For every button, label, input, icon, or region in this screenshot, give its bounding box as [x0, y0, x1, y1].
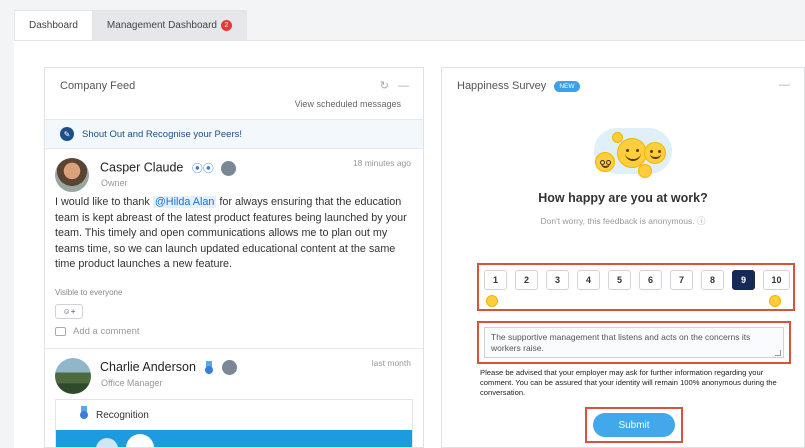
visibility-label: Visible to everyone: [55, 288, 123, 297]
post-author-name[interactable]: Casper Claude ⦿⦿: [100, 160, 237, 176]
comment-section: The supportive management that listens a…: [477, 321, 791, 364]
avatar: [126, 434, 154, 447]
rating-scale: 1 2 3 4 5 6 7 8 9 10: [477, 263, 795, 311]
avatar[interactable]: [55, 358, 91, 394]
happy-face-icon: [769, 295, 781, 307]
rating-button-3[interactable]: 3: [546, 270, 569, 290]
anonymous-note: Don't worry, this feedback is anonymous.…: [540, 216, 706, 226]
post-body: I would like to thank @Hilda Alan for al…: [55, 195, 413, 273]
survey-question: How happy are you at work?: [538, 191, 708, 205]
rating-button-6[interactable]: 6: [639, 270, 662, 290]
binoculars-icon: ⦿⦿: [191, 163, 214, 175]
post-divider: [45, 348, 423, 349]
resize-handle-icon[interactable]: [775, 350, 781, 356]
post-time: last month: [371, 358, 411, 368]
medal-icon: [204, 360, 214, 375]
sad-face-icon: [486, 295, 498, 307]
post-author-role: Office Manager: [101, 378, 163, 388]
add-reaction-button[interactable]: ☺+: [55, 304, 83, 319]
tab-management-dashboard-label: Management Dashboard: [106, 20, 217, 31]
tab-dashboard[interactable]: Dashboard: [14, 10, 93, 40]
survey-title-text: Happiness Survey: [457, 80, 547, 92]
mini-avatar: [221, 160, 237, 176]
submit-highlight: Submit: [585, 407, 683, 443]
emoji-icon: [644, 142, 666, 164]
rating-button-1[interactable]: 1: [484, 270, 507, 290]
pencil-icon: ✎: [60, 127, 74, 141]
mini-avatar: [221, 360, 237, 376]
medal-icon: [79, 406, 89, 420]
new-badge: NEW: [554, 80, 580, 92]
tab-management-dashboard[interactable]: Management Dashboard 2: [91, 10, 247, 40]
minimize-icon[interactable]: —: [779, 79, 790, 91]
emoji-icon: [638, 164, 652, 178]
avatar[interactable]: [55, 158, 89, 192]
post-author-role: Owner: [101, 178, 128, 188]
post-time: 18 minutes ago: [352, 158, 411, 168]
post-text-before: I would like to thank: [55, 196, 153, 208]
refresh-icon[interactable]: ↻: [380, 80, 389, 92]
recognition-banner: [56, 430, 412, 447]
rating-buttons: 1 2 3 4 5 6 7 8 9 10: [484, 270, 790, 290]
rating-button-5[interactable]: 5: [608, 270, 631, 290]
company-feed-card: Company Feed ↻ — View scheduled messages…: [44, 67, 424, 448]
survey-title: Happiness Survey NEW: [457, 80, 580, 92]
add-comment-label: Add a comment: [73, 326, 140, 337]
tab-dashboard-label: Dashboard: [29, 20, 78, 31]
comment-icon: [55, 327, 66, 336]
rating-button-2[interactable]: 2: [515, 270, 538, 290]
comment-text: The supportive management that listens a…: [491, 332, 751, 353]
happiness-survey-card: Happiness Survey NEW — How happy are you…: [441, 67, 805, 448]
recognition-label: Recognition: [96, 410, 149, 421]
mention-link[interactable]: @Hilda Alan: [152, 196, 217, 208]
avatar: [96, 438, 118, 447]
advice-text: Please be advised that your employer may…: [480, 368, 777, 397]
company-feed-title: Company Feed: [60, 80, 136, 92]
rating-button-9[interactable]: 9: [732, 270, 755, 290]
post-author-name-text: Charlie Anderson: [100, 360, 196, 374]
submit-button[interactable]: Submit: [593, 413, 675, 437]
happy-faces-illustration: [582, 126, 682, 186]
rating-button-10[interactable]: 10: [763, 270, 790, 290]
feed-header-icons: ↻ —: [380, 79, 409, 92]
rating-button-7[interactable]: 7: [670, 270, 693, 290]
rating-button-8[interactable]: 8: [701, 270, 724, 290]
rating-button-4[interactable]: 4: [577, 270, 600, 290]
emoji-icon: [595, 152, 615, 172]
minimize-icon[interactable]: —: [398, 80, 409, 92]
recognition-card[interactable]: Recognition: [55, 399, 413, 447]
comment-textarea[interactable]: The supportive management that listens a…: [484, 327, 784, 358]
notification-badge: 2: [221, 20, 232, 31]
post-author-name[interactable]: Charlie Anderson: [100, 360, 237, 376]
shoutout-label: Shout Out and Recognise your Peers!: [82, 128, 243, 140]
view-scheduled-link[interactable]: View scheduled messages: [295, 99, 401, 109]
post-author-name-text: Casper Claude: [100, 160, 184, 175]
shoutout-bar[interactable]: ✎ Shout Out and Recognise your Peers!: [45, 119, 423, 149]
tab-bar: Dashboard Management Dashboard 2: [14, 10, 247, 40]
add-comment-field[interactable]: Add a comment: [55, 326, 140, 337]
